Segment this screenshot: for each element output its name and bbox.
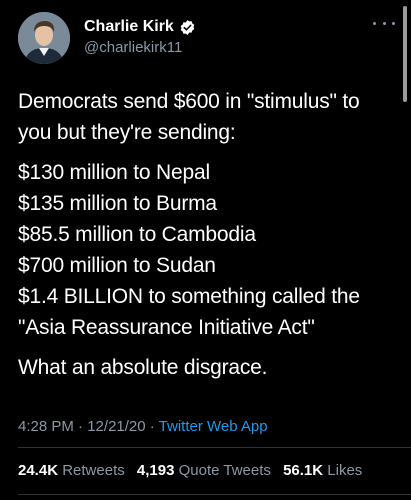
- quote-tweets-count: 4,193: [136, 462, 175, 479]
- avatar-image: [18, 12, 70, 64]
- list-item: $130 million to Nepal: [18, 161, 210, 184]
- divider: [18, 447, 411, 448]
- avatar[interactable]: [18, 12, 70, 64]
- dot-icon: [392, 21, 395, 25]
- separator: ·: [73, 418, 88, 435]
- list-item: $700 million to Sudan: [18, 254, 216, 277]
- scrollbar[interactable]: [403, 6, 407, 102]
- list-item: $1.4 BILLION to something called the "As…: [18, 285, 360, 339]
- author-handle[interactable]: @charliekirk11: [84, 39, 196, 56]
- more-options-icon[interactable]: [373, 16, 395, 30]
- verified-badge-icon: [180, 19, 195, 35]
- tweet-header: Charlie Kirk @charliekirk11: [18, 10, 397, 66]
- tweet-closing: What an absolute disgrace.: [18, 356, 268, 379]
- likes-count: 56.1K: [283, 462, 324, 479]
- separator: ·: [145, 418, 159, 435]
- author-name[interactable]: Charlie Kirk: [84, 18, 174, 36]
- tweet-time[interactable]: 4:28 PM: [18, 418, 74, 435]
- retweets-count: 24.4K: [18, 462, 59, 479]
- tweet-body: Democrats send $600 in "stimulus" to you…: [18, 86, 397, 383]
- tweet-stats: 24.4K Retweets 4,193 Quote Tweets 56.1K …: [18, 462, 370, 479]
- tweet-list: $130 million to Nepal $135 million to Bu…: [18, 157, 397, 343]
- tweet: Charlie Kirk @charliekirk11 Democrats se…: [0, 0, 411, 500]
- tweet-meta: 4:28 PM · 12/21/20 · Twitter Web App: [18, 418, 268, 435]
- dot-icon: [382, 21, 386, 25]
- tweet-intro: Democrats send $600 in "stimulus" to you…: [18, 90, 360, 144]
- tweet-date[interactable]: 12/21/20: [87, 418, 145, 435]
- name-row: Charlie Kirk: [84, 18, 196, 36]
- likes-stat[interactable]: 56.1K Likes: [283, 462, 362, 479]
- retweets-stat[interactable]: 24.4K Retweets: [18, 462, 125, 479]
- author-info: Charlie Kirk @charliekirk11: [84, 18, 196, 56]
- quote-tweets-label: Quote Tweets: [178, 462, 271, 479]
- quote-tweets-stat[interactable]: 4,193 Quote Tweets: [137, 462, 271, 479]
- likes-label: Likes: [327, 462, 363, 479]
- retweets-label: Retweets: [62, 462, 125, 479]
- divider: [18, 494, 411, 495]
- dot-icon: [373, 21, 376, 25]
- list-item: $135 million to Burma: [18, 192, 217, 215]
- list-item: $85.5 million to Cambodia: [18, 223, 256, 246]
- tweet-source-link[interactable]: Twitter Web App: [159, 418, 268, 435]
